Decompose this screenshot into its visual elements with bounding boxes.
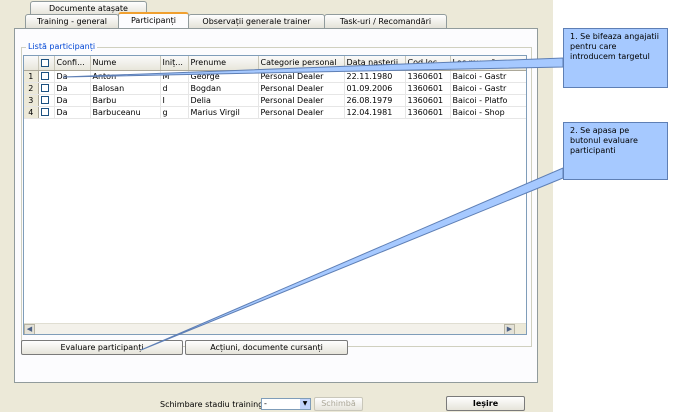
tab-task-uri-recomandari[interactable]: Task-uri / Recomandări <box>324 14 447 28</box>
cell-cod-loc: 1360601 <box>405 94 451 107</box>
cell-prenume: Marius Virgil <box>188 106 259 119</box>
participanti-grid: Confi... Nume Iniț... Prenume Categorie … <box>23 55 527 335</box>
column-header-data-nasterii[interactable]: Data nașterii <box>344 56 406 71</box>
row-checkbox-cell[interactable] <box>38 106 55 119</box>
cell-cod-loc: 1360601 <box>405 106 451 119</box>
row-number: 4 <box>24 106 39 119</box>
column-header-loc-munca[interactable]: Loc muncă <box>450 56 526 71</box>
cell-initiala: M <box>160 70 189 83</box>
cell-categorie: Personal Dealer <box>258 70 345 83</box>
row-number: 3 <box>24 94 39 107</box>
column-header-nume[interactable]: Nume <box>90 56 161 71</box>
row-checkbox[interactable] <box>40 96 49 104</box>
cell-nume: Balosan <box>90 82 161 95</box>
cell-initiala: d <box>160 82 189 95</box>
column-header-cod-loc[interactable]: Cod loc... <box>405 56 451 71</box>
tab-observatii-trainer[interactable]: Observații generale trainer <box>188 14 325 28</box>
chevron-down-icon[interactable]: ▼ <box>300 399 310 409</box>
callout-2: 2. Se apasa pe butonul evaluare particip… <box>563 122 668 180</box>
schimbare-stadiu-label: Schimbare stadiu training: <box>160 400 266 409</box>
cell-data-nasterii: 22.11.1980 <box>344 70 406 83</box>
scroll-right-icon[interactable]: ▶ <box>504 324 515 334</box>
cell-nume: Anton <box>90 70 161 83</box>
row-checkbox-cell[interactable] <box>38 82 55 95</box>
cell-loc-munca: Baicoi - Gastr <box>450 70 526 83</box>
cell-prenume: Bogdan <box>188 82 259 95</box>
column-header-rownum <box>24 56 39 71</box>
grid-header-row: Confi... Nume Iniț... Prenume Categorie … <box>24 56 526 71</box>
callout-1: 1. Se bifeaza angajatii pentru care intr… <box>563 28 668 88</box>
cell-confirmare: Da <box>54 94 91 107</box>
schimba-button[interactable]: Schimbă <box>314 397 363 411</box>
row-checkbox[interactable] <box>40 108 49 116</box>
cell-data-nasterii: 26.08.1979 <box>344 94 406 107</box>
row-checkbox[interactable] <box>40 84 49 92</box>
cell-prenume: Delia <box>188 94 259 107</box>
cell-categorie: Personal Dealer <box>258 94 345 107</box>
cell-data-nasterii: 12.04.1981 <box>344 106 406 119</box>
cell-cod-loc: 1360601 <box>405 82 451 95</box>
row-number: 1 <box>24 70 39 83</box>
table-row[interactable]: 1 Da Anton M George Personal Dealer 22.1… <box>24 70 526 83</box>
column-header-prenume[interactable]: Prenume <box>188 56 259 71</box>
cell-confirmare: Da <box>54 82 91 95</box>
cell-cod-loc: 1360601 <box>405 70 451 83</box>
cell-data-nasterii: 01.09.2006 <box>344 82 406 95</box>
cell-nume: Barbuceanu <box>90 106 161 119</box>
row-number: 2 <box>24 82 39 95</box>
row-checkbox[interactable] <box>40 72 49 80</box>
horizontal-scrollbar[interactable]: ◀ ▶ <box>24 323 526 334</box>
stadiu-value: - <box>264 399 267 408</box>
row-checkbox-cell[interactable] <box>38 70 55 83</box>
cell-prenume: George <box>188 70 259 83</box>
iesire-button[interactable]: Ieșire <box>446 396 525 411</box>
stadiu-training-select[interactable]: - ▼ <box>261 398 311 410</box>
cell-loc-munca: Baicoi - Gastr <box>450 82 526 95</box>
row-checkbox-cell[interactable] <box>38 94 55 107</box>
scroll-corner <box>515 324 526 334</box>
cell-confirmare: Da <box>54 70 91 83</box>
scroll-left-icon[interactable]: ◀ <box>24 324 35 334</box>
cell-confirmare: Da <box>54 106 91 119</box>
select-all-checkbox[interactable] <box>40 58 49 67</box>
cell-categorie: Personal Dealer <box>258 82 345 95</box>
column-header-initiala[interactable]: Iniț... <box>160 56 189 71</box>
evaluare-participanti-button[interactable]: Evaluare participanți <box>21 340 183 355</box>
tab-training-general[interactable]: Training - general <box>25 14 119 28</box>
column-header-confirmare[interactable]: Confi... <box>54 56 91 71</box>
table-row[interactable]: 3 Da Barbu I Delia Personal Dealer 26.08… <box>24 94 526 107</box>
tab-participanti[interactable]: Participanți <box>118 12 189 28</box>
column-header-select[interactable] <box>38 56 55 71</box>
cell-initiala: I <box>160 94 189 107</box>
table-row[interactable]: 2 Da Balosan d Bogdan Personal Dealer 01… <box>24 82 526 95</box>
table-row[interactable]: 4 Da Barbuceanu g Marius Virgil Personal… <box>24 106 526 119</box>
cell-loc-munca: Baicoi - Platfo <box>450 94 526 107</box>
cell-loc-munca: Baicoi - Shop <box>450 106 526 119</box>
cell-initiala: g <box>160 106 189 119</box>
group-label: Listă participanți <box>26 42 98 51</box>
cell-categorie: Personal Dealer <box>258 106 345 119</box>
cell-nume: Barbu <box>90 94 161 107</box>
column-header-categorie[interactable]: Categorie personal <box>258 56 345 71</box>
actiuni-documente-button[interactable]: Acțiuni, documente cursanți <box>185 340 348 355</box>
training-window: Documente atașate Training - general Par… <box>0 0 553 412</box>
